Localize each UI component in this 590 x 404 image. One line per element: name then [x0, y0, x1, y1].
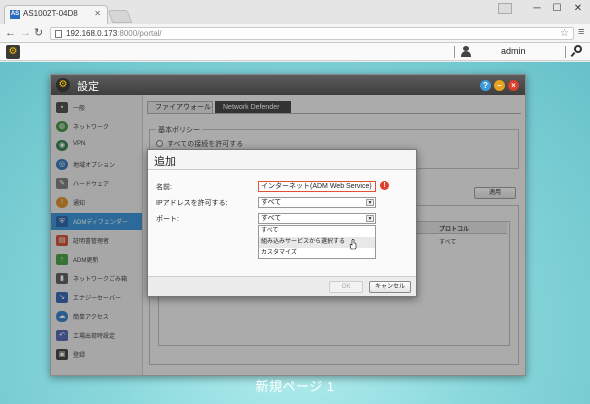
port-dropdown: すべて 組み込みサービスから選択する カスタマイズ: [258, 225, 376, 259]
url-input[interactable]: 192.168.0.173:8000/portal/ ☆: [50, 27, 574, 40]
adm-logo-icon[interactable]: ⚙: [6, 45, 20, 59]
ip-label: IPアドレスを許可する:: [156, 200, 228, 207]
favicon-icon: AS: [10, 10, 20, 19]
bookmark-star-icon[interactable]: ☆: [560, 28, 569, 39]
browser-tab[interactable]: AS AS1002T-04D8 ✕: [4, 5, 108, 24]
cancel-button[interactable]: キャンセル: [369, 281, 411, 293]
address-bar: ← → ↻ 192.168.0.173:8000/portal/ ☆ ≡: [0, 24, 590, 43]
divider: [454, 46, 455, 58]
back-arrow-icon[interactable]: ←: [5, 27, 16, 39]
close-settings-button[interactable]: ×: [508, 80, 519, 91]
dialog-header: 追加: [148, 150, 416, 170]
port-select-value: すべて: [261, 215, 282, 222]
help-button[interactable]: ?: [480, 80, 491, 91]
port-option-all[interactable]: すべて: [259, 226, 375, 237]
ip-select-value: すべて: [261, 199, 282, 206]
url-text: 192.168.0.173:8000/portal/: [66, 29, 162, 38]
url-host: 192.168.0.173: [66, 29, 118, 38]
chevron-down-icon: ▼: [366, 215, 374, 222]
close-window-button[interactable]: ✕: [566, 2, 590, 18]
name-input[interactable]: インターネット(ADM Web Service): [258, 181, 376, 192]
new-tab-button[interactable]: [107, 10, 133, 23]
desktop: ⚙ 設定 ? − × ▪ 一般 ◍ ネットワーク ◉ VPN ◎ 地域オプション: [0, 62, 590, 404]
port-option-customize[interactable]: カスタマイズ: [259, 248, 375, 259]
adm-top-bar: ⚙ admin: [0, 43, 590, 61]
page-icon: [55, 30, 62, 38]
ip-select[interactable]: すべて ▼: [258, 197, 376, 208]
browser-menu-icon[interactable]: ≡: [578, 26, 584, 38]
error-icon: !: [380, 181, 389, 190]
browser-tab-bar: AS AS1002T-04D8 ✕ ─ ☐ ✕: [0, 0, 590, 24]
user-icon[interactable]: [461, 46, 471, 57]
dialog-footer: OK キャンセル: [148, 276, 416, 296]
profile-icon[interactable]: [498, 3, 512, 14]
divider: [565, 46, 566, 58]
url-path: :8000/portal/: [117, 29, 162, 38]
port-select[interactable]: すべて ▼: [258, 213, 376, 224]
port-option-builtin-service[interactable]: 組み込みサービスから選択する: [259, 237, 375, 248]
search-icon[interactable]: [570, 45, 583, 58]
window-title: 設定: [77, 81, 99, 93]
username[interactable]: admin: [501, 46, 526, 56]
port-label: ポート:: [156, 216, 179, 223]
browser-tab-title: AS1002T-04D8: [23, 9, 78, 18]
hand-cursor-icon: [349, 239, 357, 250]
settings-window-header[interactable]: ⚙ 設定 ? − ×: [51, 75, 525, 95]
forward-arrow-icon[interactable]: →: [20, 27, 31, 39]
reload-icon[interactable]: ↻: [34, 27, 43, 39]
desktop-page-name: 新規ページ 1: [255, 379, 335, 394]
dialog-title: 追加: [154, 156, 176, 168]
settings-window: ⚙ 設定 ? − × ▪ 一般 ◍ ネットワーク ◉ VPN ◎ 地域オプション: [50, 74, 526, 376]
settings-gear-icon: ⚙: [56, 78, 70, 92]
tab-close-icon[interactable]: ✕: [94, 9, 101, 18]
name-label: 名前:: [156, 184, 172, 191]
add-dialog: 追加 名前: インターネット(ADM Web Service) ! IPアドレス…: [147, 149, 417, 297]
minimize-window-button[interactable]: −: [494, 80, 505, 91]
ok-button[interactable]: OK: [329, 281, 363, 293]
chevron-down-icon: ▼: [366, 199, 374, 206]
